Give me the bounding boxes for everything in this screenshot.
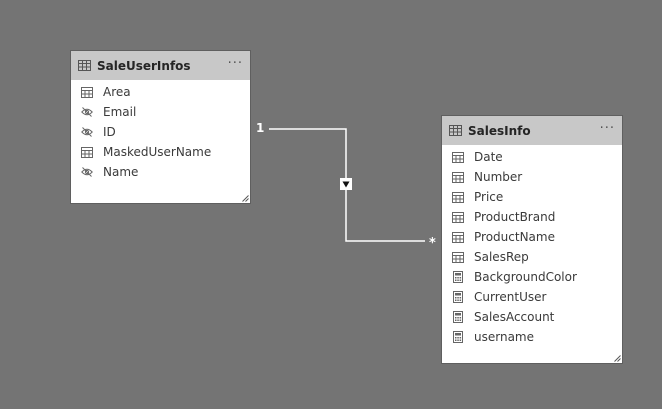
field-area[interactable]: Area — [71, 82, 250, 102]
field-currentuser[interactable]: CurrentUser — [442, 287, 622, 307]
relationship-many-label: * — [429, 236, 436, 251]
field-list: Date Number Price ProductBrand ProductName Sa… — [442, 145, 622, 347]
hidden-eye-icon — [81, 166, 93, 178]
more-options-button[interactable]: ··· — [228, 56, 243, 71]
hidden-eye-icon — [81, 126, 93, 138]
table-card-saleuserinfos[interactable]: SaleUserInfos ··· Area Email ID MaskedUserN… — [70, 50, 251, 204]
field-label: SalesAccount — [474, 310, 555, 324]
field-label: Date — [474, 150, 503, 164]
table-icon — [449, 121, 462, 140]
hidden-eye-icon — [81, 106, 93, 118]
field-label: ProductBrand — [474, 210, 556, 224]
field-label: Area — [103, 85, 131, 99]
table-column-icon — [81, 86, 93, 98]
field-productbrand[interactable]: ProductBrand — [442, 207, 622, 227]
field-label: Number — [474, 170, 523, 184]
field-label: MaskedUserName — [103, 145, 212, 159]
field-email[interactable]: Email — [71, 102, 250, 122]
table-column-icon — [452, 151, 464, 163]
field-productname[interactable]: ProductName — [442, 227, 622, 247]
table-column-icon — [452, 171, 464, 183]
table-title: SalesInfo — [468, 123, 531, 138]
field-label: ProductName — [474, 230, 555, 244]
field-salesrep[interactable]: SalesRep — [442, 247, 622, 267]
field-backgroundcolor[interactable]: BackgroundColor — [442, 267, 622, 287]
field-label: BackgroundColor — [474, 270, 577, 284]
resize-handle-icon[interactable] — [242, 195, 249, 202]
table-card-header[interactable]: SaleUserInfos ··· — [71, 51, 250, 80]
calculator-icon — [452, 291, 464, 303]
field-label: Name — [103, 165, 139, 179]
field-label: Email — [103, 105, 137, 119]
field-date[interactable]: Date — [442, 147, 622, 167]
field-username[interactable]: username — [442, 327, 622, 347]
field-id[interactable]: ID — [71, 122, 250, 142]
field-label: ID — [103, 125, 116, 139]
more-options-button[interactable]: ··· — [600, 121, 615, 136]
field-label: CurrentUser — [474, 290, 547, 304]
table-icon — [78, 56, 91, 75]
field-list: Area Email ID MaskedUserName Name — [71, 80, 250, 182]
table-column-icon — [81, 146, 93, 158]
relationship-one-label: 1 — [256, 121, 265, 135]
field-price[interactable]: Price — [442, 187, 622, 207]
field-name[interactable]: Name — [71, 162, 250, 182]
table-column-icon — [452, 251, 464, 263]
table-column-icon — [452, 231, 464, 243]
table-card-salesinfo[interactable]: SalesInfo ··· Date Number Price ProductBran… — [441, 115, 623, 364]
table-column-icon — [452, 211, 464, 223]
resize-handle-icon[interactable] — [614, 355, 621, 362]
field-label: username — [474, 330, 534, 344]
field-label: SalesRep — [474, 250, 529, 264]
calculator-icon — [452, 311, 464, 323]
table-column-icon — [452, 191, 464, 203]
table-title: SaleUserInfos — [97, 58, 191, 73]
field-label: Price — [474, 190, 504, 204]
table-card-header[interactable]: SalesInfo ··· — [442, 116, 622, 145]
calculator-icon — [452, 271, 464, 283]
field-number[interactable]: Number — [442, 167, 622, 187]
field-maskedusername[interactable]: MaskedUserName — [71, 142, 250, 162]
calculator-icon — [452, 331, 464, 343]
field-salesaccount[interactable]: SalesAccount — [442, 307, 622, 327]
